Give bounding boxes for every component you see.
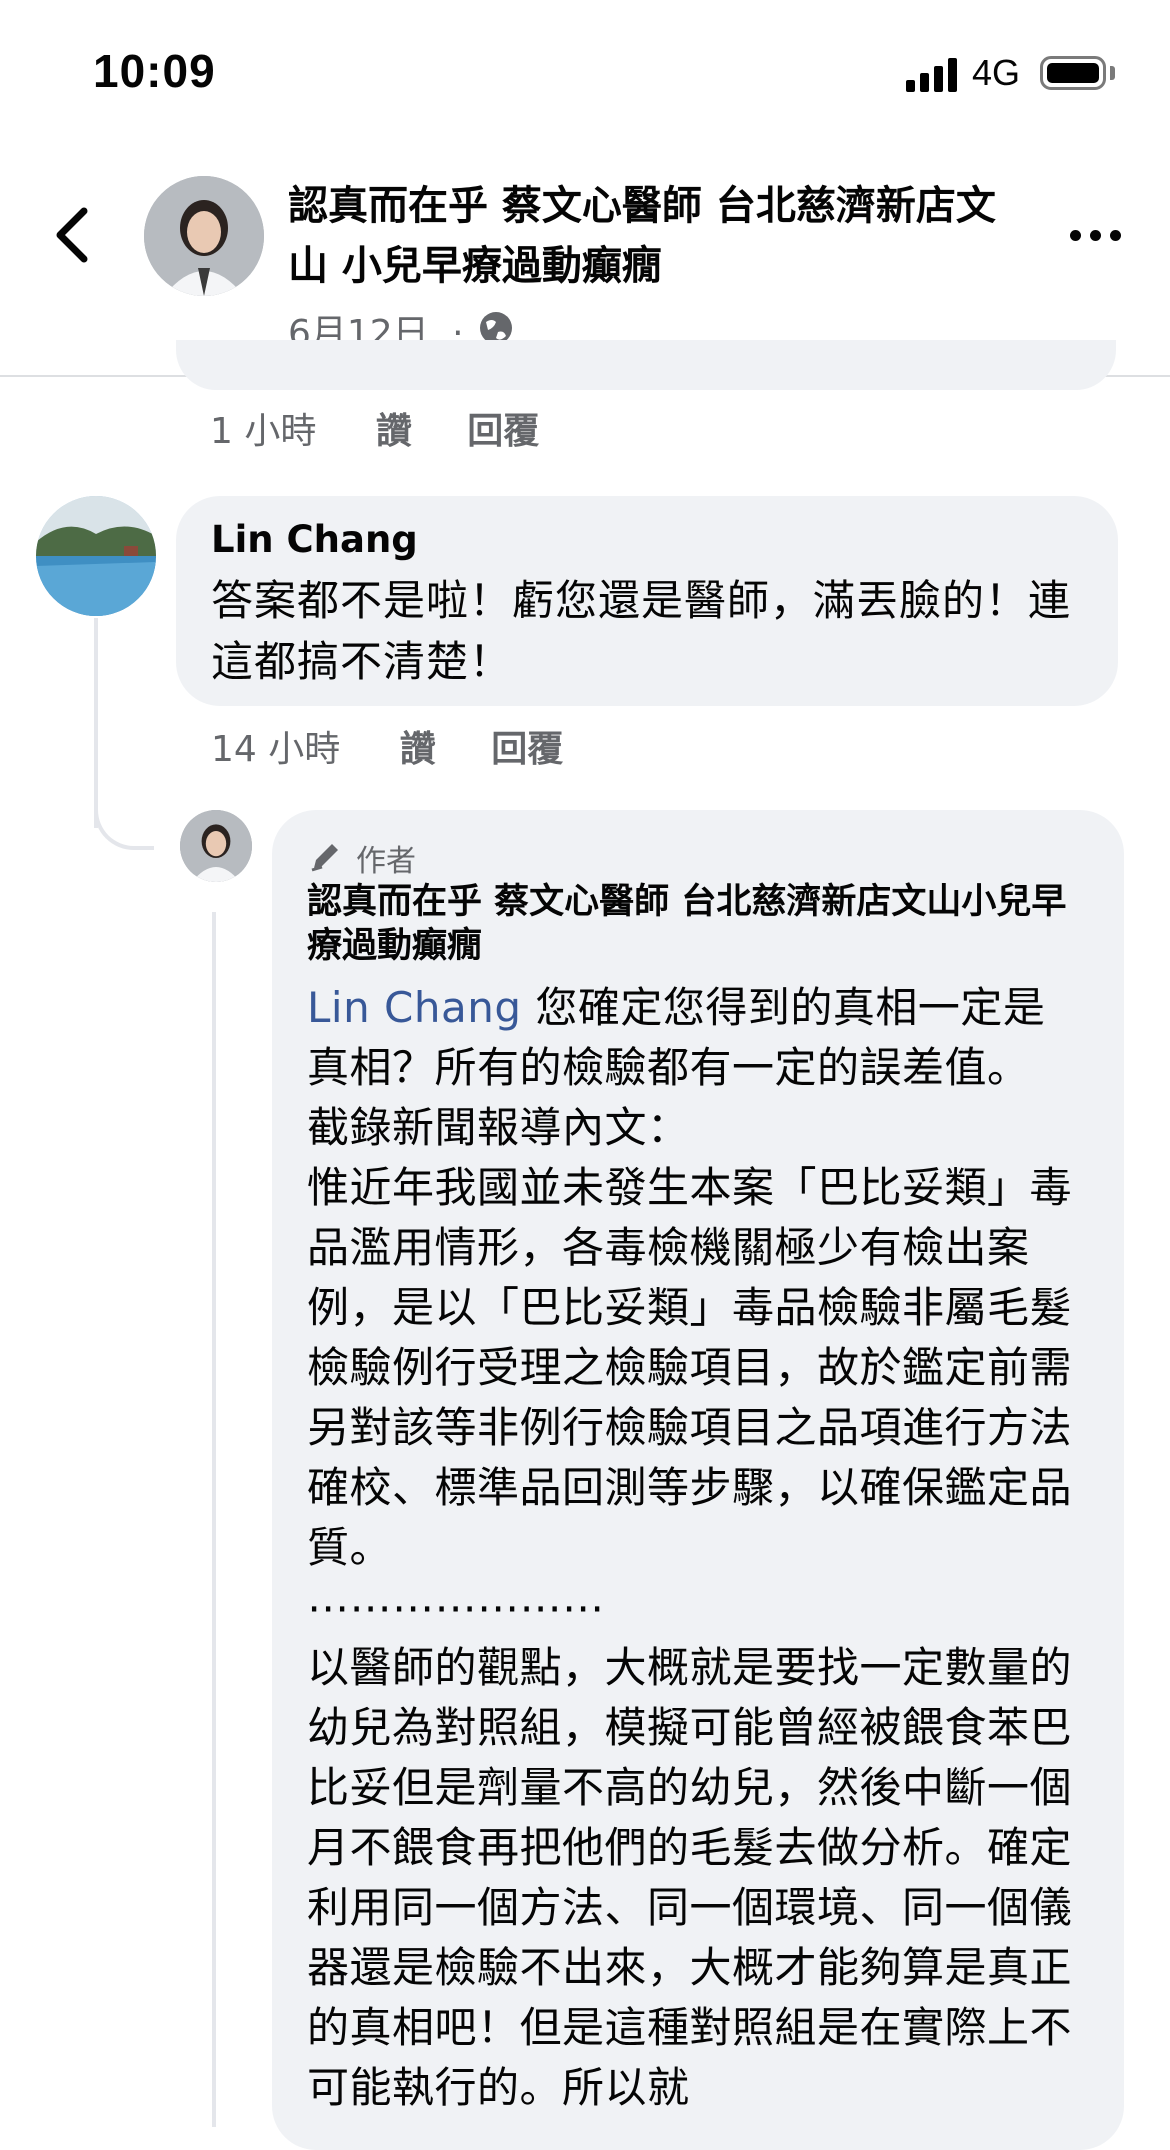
comment-text: 答案都不是啦！虧您還是醫師，滿丟臉的！連這都搞不清楚！ (211, 576, 1072, 686)
signal-icon (906, 58, 958, 92)
previous-like-button[interactable]: 讚 (376, 411, 412, 452)
page-avatar[interactable] (144, 176, 264, 296)
commenter-avatar[interactable] (36, 496, 156, 616)
author-badge: 作者 (356, 844, 416, 879)
battery-tip (1110, 66, 1115, 80)
previous-reply-button[interactable]: 回覆 (467, 411, 539, 452)
comment-actions: 14 小時 讚 回覆 (211, 720, 563, 772)
comment-time: 14 小時 (211, 729, 341, 770)
pencil-icon (311, 844, 338, 872)
battery-icon (1040, 56, 1106, 90)
network-label: 4G (972, 52, 1021, 93)
previous-comment-actions: 1 小時 讚 回覆 (210, 402, 539, 454)
back-arrow-icon[interactable] (52, 205, 92, 265)
reply-body: 您確定您得到的真相一定是真相？所有的檢驗都有一定的誤差值。 截錄新聞報導內文： … (307, 983, 1073, 2112)
comment-author[interactable]: Lin Chang (211, 518, 418, 561)
more-icon[interactable] (1070, 230, 1122, 242)
mention-link[interactable]: Lin Chang (307, 983, 522, 1032)
reply-author[interactable]: 認真而在乎 蔡文心醫師 台北慈濟新店文山小兒早療過動癲癇 (307, 880, 1087, 968)
status-time: 10:09 (93, 45, 216, 97)
thread-connector (94, 760, 154, 850)
reply-text: Lin Chang 您確定您得到的真相一定是真相？所有的檢驗都有一定的誤差值。 … (307, 978, 1087, 2118)
reply-thread-line (212, 912, 216, 2127)
author-reply-avatar[interactable] (180, 810, 252, 882)
like-button[interactable]: 讚 (400, 729, 436, 770)
reply-button[interactable]: 回覆 (491, 729, 563, 770)
page-title[interactable]: 認真而在乎 蔡文心醫師 台北慈濟新店文山 小兒早療過動癲癇 (288, 176, 1008, 296)
previous-comment-time: 1 小時 (210, 411, 317, 452)
previous-comment-bubble (176, 340, 1116, 390)
